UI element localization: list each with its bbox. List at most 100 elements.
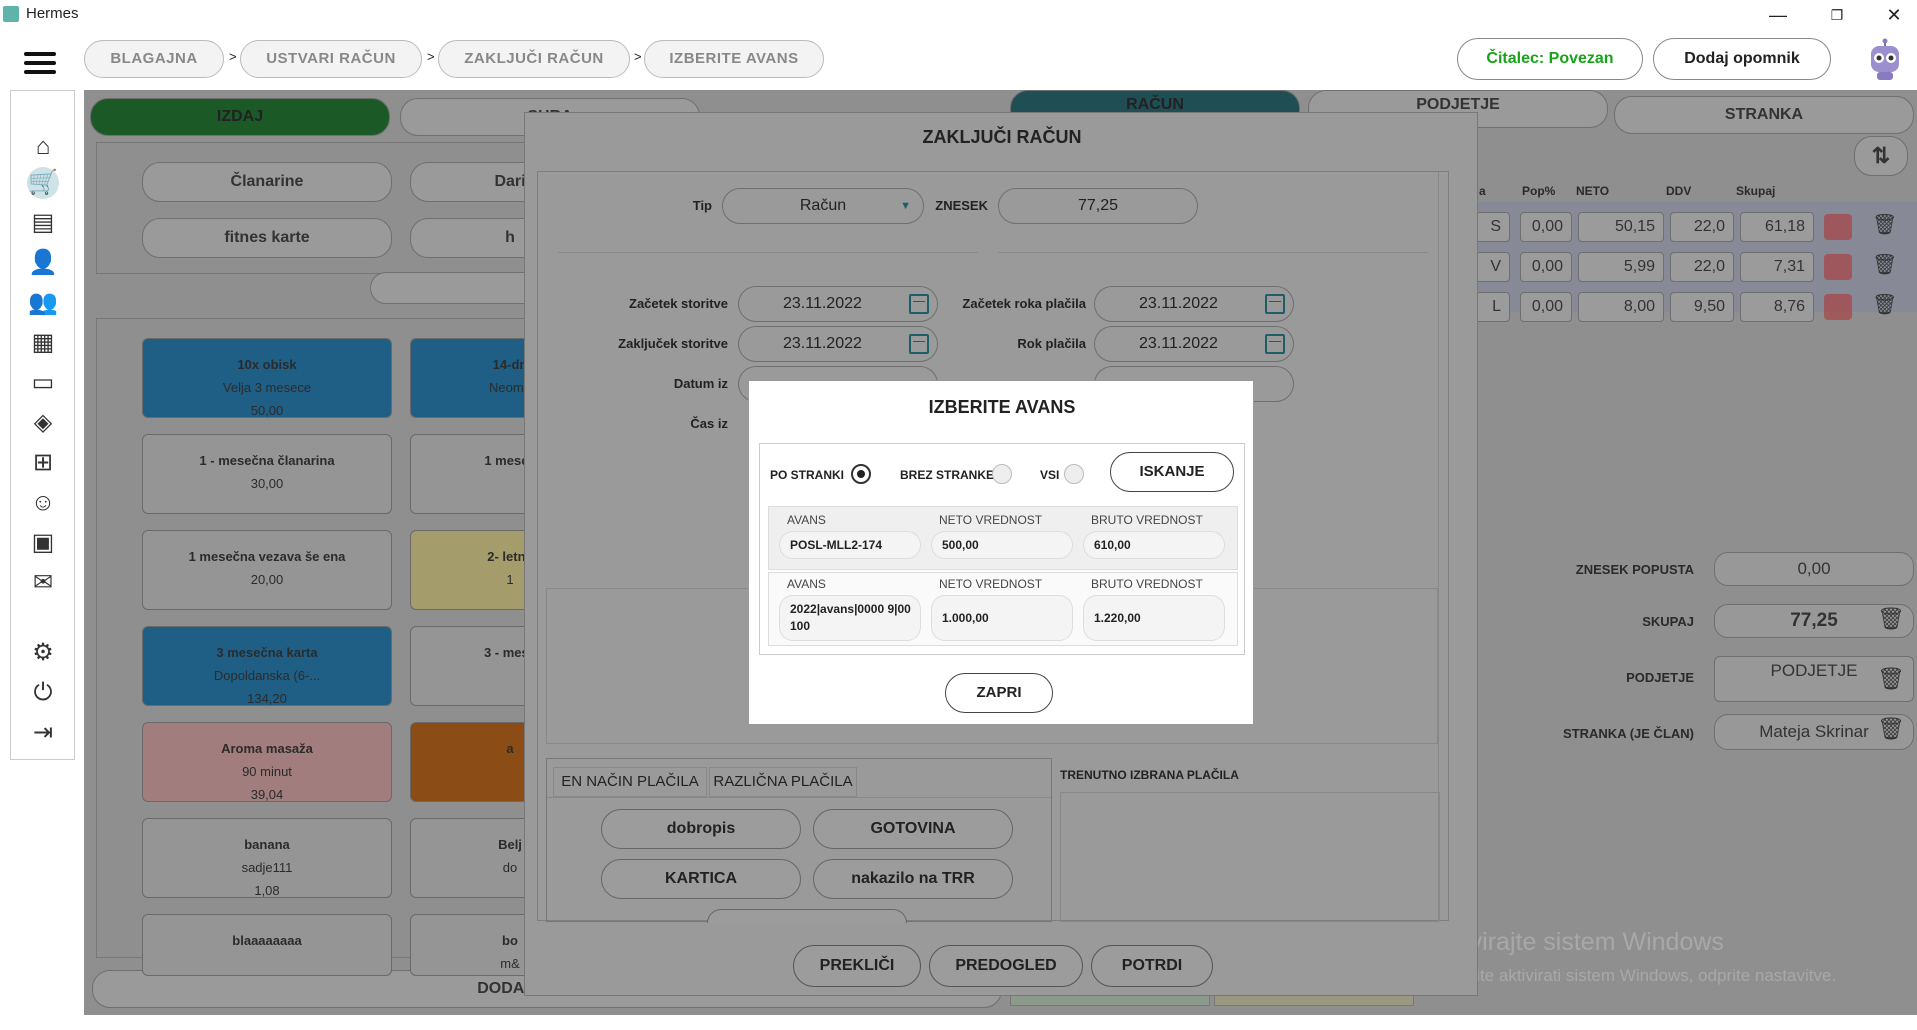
- product-tile-name: banana: [244, 837, 290, 852]
- documents-icon[interactable]: ▦: [27, 327, 59, 359]
- cart-icon[interactable]: 🛒: [27, 167, 59, 199]
- product-tile-name: 3 mesečna karta: [216, 645, 318, 660]
- reader-status-button[interactable]: Čitalec: Povezan: [1457, 38, 1643, 80]
- col-bruto: BRUTO VREDNOST: [1091, 513, 1203, 527]
- product-tile[interactable]: 3 mesečna karta Dopoldanska (6-... 134,20: [142, 626, 392, 706]
- users-icon[interactable]: 👥: [27, 287, 59, 319]
- advance-bruto: 1.220,00: [1083, 595, 1225, 641]
- category-fitnes-karte[interactable]: fitnes karte: [142, 218, 392, 258]
- discount-field[interactable]: 0,00: [1714, 552, 1914, 586]
- cancel-button[interactable]: PREKLIČI: [793, 945, 921, 987]
- trash-icon[interactable]: 🗑: [1872, 292, 1897, 317]
- product-tile-sub: 90 minut: [242, 764, 292, 779]
- product-tile[interactable]: 1 mesečna vezava še ena 20,00: [142, 530, 392, 610]
- grid-cell-total[interactable]: 7,31: [1740, 252, 1814, 282]
- service-end-field[interactable]: 23.11.2022: [738, 326, 938, 362]
- breadcrumb-izberite-avans[interactable]: IZBERITE AVANS: [644, 40, 824, 78]
- confirm-button[interactable]: POTRDI: [1091, 945, 1213, 987]
- issue-time-label: Čas iz: [690, 416, 728, 431]
- grid-cell-ddv[interactable]: 22,0: [1670, 212, 1734, 242]
- pay-transfer-button[interactable]: nakazilo na TRR: [813, 859, 1013, 899]
- breadcrumb-blagajna[interactable]: BLAGAJNA: [84, 40, 224, 78]
- grid-cell-pop[interactable]: 0,00: [1520, 252, 1572, 282]
- product-tile[interactable]: banana sadje111 1,08: [142, 818, 392, 898]
- trash-icon[interactable]: 🗑: [1872, 252, 1897, 277]
- grid-cell-unit[interactable]: L: [1474, 292, 1510, 322]
- grid-cell-total[interactable]: 61,18: [1740, 212, 1814, 242]
- service-start-field[interactable]: 23.11.2022: [738, 286, 938, 322]
- filter-by-customer-radio[interactable]: [851, 464, 871, 484]
- edit-icon[interactable]: [1824, 214, 1852, 240]
- product-tile[interactable]: blaaaaaaaa: [142, 914, 392, 976]
- briefcase-icon[interactable]: ▣: [27, 527, 59, 559]
- calendar-icon[interactable]: [1265, 294, 1285, 314]
- assistant-robot-icon[interactable]: [1865, 38, 1905, 82]
- trash-icon[interactable]: 🗑: [1877, 666, 1905, 692]
- trash-icon[interactable]: 🗑: [1877, 606, 1905, 632]
- pay-more-button[interactable]: [707, 909, 907, 923]
- hierarchy-icon[interactable]: ⊞: [27, 447, 59, 479]
- sort-icon[interactable]: ⇅: [1854, 136, 1908, 176]
- restore-button[interactable]: ❐: [1814, 2, 1860, 28]
- grid-cell-total[interactable]: 8,76: [1740, 292, 1814, 322]
- settings-icon[interactable]: ⚙: [27, 637, 59, 669]
- filter-all-radio[interactable]: [1064, 464, 1084, 484]
- product-tile[interactable]: 1 - mesečna članarina 30,00: [142, 434, 392, 514]
- trash-icon[interactable]: 🗑: [1872, 212, 1897, 237]
- edit-icon[interactable]: [1824, 254, 1852, 280]
- tab-multiple-payments[interactable]: RAZLIČNA PLAČILA: [709, 767, 857, 797]
- home-icon[interactable]: ⌂: [27, 131, 59, 163]
- power-icon[interactable]: ⏻: [27, 677, 59, 709]
- close-window-button[interactable]: ✕: [1871, 2, 1917, 28]
- breadcrumb-ustvari-racun[interactable]: USTVARI RAČUN: [240, 40, 422, 78]
- category-clanarine[interactable]: Članarine: [142, 162, 392, 202]
- staff-icon[interactable]: ☺: [27, 487, 59, 519]
- grid-cell-pop[interactable]: 0,00: [1520, 292, 1572, 322]
- grid-cell-ddv[interactable]: 9,50: [1670, 292, 1734, 322]
- edit-icon[interactable]: [1824, 294, 1852, 320]
- type-select[interactable]: Račun ▼: [722, 188, 924, 224]
- grid-cell-pop[interactable]: 0,00: [1520, 212, 1572, 242]
- user-icon[interactable]: 👤: [27, 247, 59, 279]
- due-field[interactable]: 23.11.2022: [1094, 326, 1294, 362]
- trash-icon[interactable]: 🗑: [1877, 716, 1905, 742]
- filter-no-customer-radio[interactable]: [992, 464, 1012, 484]
- product-tile-name: 1 - mesečna članarina: [199, 453, 335, 468]
- calendar-icon[interactable]: [1265, 334, 1285, 354]
- advance-row-1[interactable]: AVANS NETO VREDNOST BRUTO VREDNOST POSL-…: [768, 506, 1238, 570]
- preview-button[interactable]: PREDOGLED: [929, 945, 1083, 987]
- grid-cell-neto[interactable]: 8,00: [1578, 292, 1664, 322]
- search-button[interactable]: ISKANJE: [1110, 452, 1234, 492]
- product-tile[interactable]: 10x obisk Velja 3 mesece 50,00: [142, 338, 392, 418]
- advance-row-2[interactable]: AVANS NETO VREDNOST BRUTO VREDNOST 2022|…: [768, 572, 1238, 646]
- service-end-value: 23.11.2022: [783, 335, 862, 352]
- pay-cash-button[interactable]: GOTOVINA: [813, 809, 1013, 849]
- grid-cell-neto[interactable]: 5,99: [1578, 252, 1664, 282]
- col-bruto: BRUTO VREDNOST: [1091, 577, 1203, 591]
- grid-cell-neto[interactable]: 50,15: [1578, 212, 1664, 242]
- minimize-button[interactable]: —: [1755, 2, 1801, 28]
- tab-izdaj[interactable]: IZDAJ: [90, 98, 390, 136]
- logout-icon[interactable]: ⇥: [27, 717, 59, 749]
- breadcrumb-zakljuci-racun[interactable]: ZAKLJUČI RAČUN: [438, 40, 630, 78]
- pay-card-button[interactable]: KARTICA: [601, 859, 801, 899]
- breadcrumb-separator: >: [427, 49, 435, 64]
- product-tile[interactable]: Aroma masaža 90 minut 39,04: [142, 722, 392, 802]
- pay-dobropis-button[interactable]: dobropis: [601, 809, 801, 849]
- add-reminder-button[interactable]: Dodaj opomnik: [1653, 38, 1831, 80]
- tab-single-payment[interactable]: EN NAČIN PLAČILA: [553, 767, 707, 797]
- invoice-icon[interactable]: ▤: [27, 207, 59, 239]
- grid-cell-ddv[interactable]: 22,0: [1670, 252, 1734, 282]
- grid-cell-unit[interactable]: S: [1474, 212, 1510, 242]
- hamburger-menu-icon[interactable]: [24, 52, 56, 76]
- close-invoice-title: ZAKLJUČI RAČUN: [922, 127, 1082, 147]
- message-icon[interactable]: ✉: [27, 567, 59, 599]
- select-advance-title: IZBERITE AVANS: [928, 397, 1076, 417]
- tab-stranka[interactable]: STRANKA: [1614, 96, 1914, 134]
- close-button[interactable]: ZAPRI: [945, 673, 1053, 713]
- amount-field[interactable]: 77,25: [998, 188, 1198, 224]
- due-start-field[interactable]: 23.11.2022: [1094, 286, 1294, 322]
- calendar-icon[interactable]: ▭: [27, 367, 59, 399]
- grid-cell-unit[interactable]: V: [1474, 252, 1510, 282]
- layers-icon[interactable]: ◈: [27, 407, 59, 439]
